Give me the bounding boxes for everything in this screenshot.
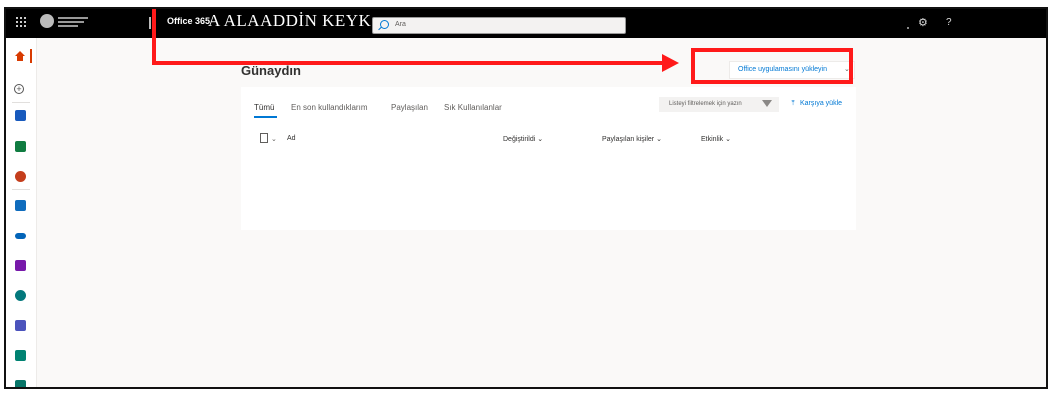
rail-item-home[interactable] [6, 45, 36, 67]
onenote-icon [15, 260, 26, 271]
browser-frame: Office 365 A ALAADDİN KEYK Ara ⚙ ? + Gün… [4, 7, 1048, 389]
filter-input[interactable]: Listeyi filtrelemek için yazın [659, 97, 779, 112]
annotation-arrow-shaft-horizontal [152, 61, 662, 65]
search-placeholder: Ara [395, 21, 406, 28]
rail-item-teams[interactable] [6, 315, 36, 337]
annotation-arrow-shaft-vertical [152, 9, 156, 65]
rail-item-forms[interactable] [6, 375, 36, 387]
rail-item-excel[interactable] [6, 136, 36, 158]
word-icon [15, 110, 26, 121]
search-icon [380, 20, 389, 29]
help-button[interactable]: ? [946, 17, 952, 28]
upload-label: Karşıya yükle [800, 100, 843, 107]
filter-icon [762, 100, 772, 107]
topbar-dot [907, 27, 909, 29]
university-logo [40, 13, 100, 31]
sort-chevron[interactable]: ⌄ [271, 135, 277, 143]
app-name[interactable]: Office 365 [167, 16, 210, 26]
column-name[interactable]: Ad [287, 135, 296, 142]
column-activity[interactable]: Etkinlik ⌄ [701, 135, 731, 143]
tab-all[interactable]: Tümü [254, 103, 274, 112]
excel-icon [15, 141, 26, 152]
upload-icon: ⤒ [791, 100, 795, 107]
powerpoint-icon [15, 171, 26, 182]
column-activity-label: Etkinlik [701, 136, 724, 143]
teams-icon [15, 320, 26, 331]
rail-item-onenote[interactable] [6, 255, 36, 277]
rail-item-word[interactable] [6, 105, 36, 127]
active-indicator [30, 49, 32, 63]
column-modified-label: Değiştirildi [503, 136, 536, 143]
active-tab-indicator [254, 116, 277, 118]
plus-icon: + [14, 84, 24, 94]
rail-item-outlook[interactable] [6, 195, 36, 217]
organization-name: A ALAADDİN KEYK [208, 11, 372, 30]
tab-shared[interactable]: Paylaşılan [391, 103, 428, 112]
onedrive-icon [15, 233, 26, 239]
app-launcher-icon[interactable] [16, 17, 26, 27]
outlook-icon [15, 200, 26, 211]
rail-divider [12, 189, 30, 190]
tab-recent[interactable]: En son kullandıklarım [291, 103, 367, 112]
sharepoint-icon [15, 290, 26, 301]
sway-icon [15, 350, 26, 361]
rail-item-powerpoint[interactable] [6, 166, 36, 188]
rail-item-sharepoint[interactable] [6, 285, 36, 307]
file-type-icon [260, 133, 268, 143]
rail-item-create[interactable]: + [6, 79, 36, 101]
topbar-divider [149, 17, 151, 29]
rail-item-onedrive[interactable] [6, 225, 36, 247]
column-modified[interactable]: Değiştirildi ⌄ [503, 135, 543, 143]
greeting: Günaydın [241, 63, 301, 78]
tab-favorites[interactable]: Sık Kullanılanlar [444, 103, 502, 112]
forms-icon [15, 380, 26, 387]
rail-divider [12, 102, 30, 103]
upload-button[interactable]: ⤒ Karşıya yükle [790, 100, 842, 108]
rail-item-sway[interactable] [6, 345, 36, 367]
annotation-arrow-head [662, 54, 679, 72]
column-shared-with[interactable]: Paylaşılan kişiler ⌄ [602, 135, 662, 143]
app-rail: + [6, 38, 37, 387]
filter-placeholder: Listeyi filtrelemek için yazın [669, 101, 742, 107]
gear-icon[interactable]: ⚙ [918, 18, 928, 29]
top-bar: Office 365 A ALAADDİN KEYK Ara ⚙ ? [6, 9, 1046, 38]
search-box[interactable]: Ara [372, 17, 626, 34]
column-shared-with-label: Paylaşılan kişiler [602, 136, 655, 143]
annotation-highlight-box [691, 48, 853, 84]
home-icon [15, 51, 25, 61]
